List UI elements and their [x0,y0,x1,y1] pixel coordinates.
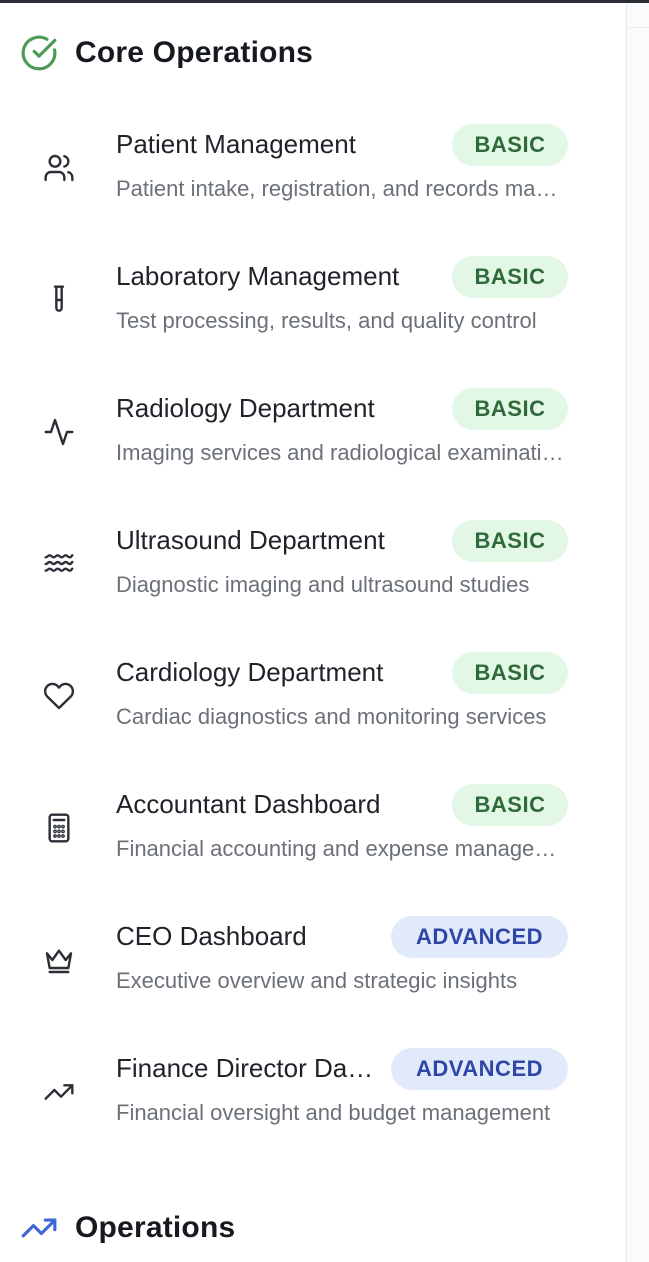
check-circle-icon [20,34,58,72]
crown-icon [41,942,77,978]
item-description: Financial oversight and budget managemen… [116,1100,551,1125]
users-icon [41,150,77,186]
trending-up-icon [41,1074,77,1110]
menu-item-cardiology-department[interactable]: Cardiology Department BASIC Cardiac diag… [0,652,626,764]
item-description: Executive overview and strategic insight… [116,968,518,993]
advanced-badge: ADVANCED [391,1048,568,1090]
item-title: Cardiology Department [116,657,384,687]
item-description: Financial accounting and expense managem… [116,836,568,861]
advanced-badge: ADVANCED [391,916,568,958]
basic-badge: BASIC [452,124,568,166]
menu-item-radiology-department[interactable]: Radiology Department BASIC Imaging servi… [0,388,626,500]
item-title: Finance Director Dashboard [116,1053,386,1083]
section-title: Core Operations [75,36,314,69]
sidebar: Core Operations Patient Management BASIC… [0,3,626,1262]
item-description: Diagnostic imaging and ultrasound studie… [116,572,530,597]
menu-item-ultrasound-department[interactable]: Ultrasound Department BASIC Diagnostic i… [0,520,626,632]
menu-item-patient-management[interactable]: Patient Management BASIC Patient intake,… [0,124,626,236]
menu-item-ceo-dashboard[interactable]: CEO Dashboard ADVANCED Executive overvie… [0,916,626,1028]
section-header-operations[interactable]: Operations [20,1208,235,1248]
item-description: Cardiac diagnostics and monitoring servi… [116,704,547,729]
heart-icon [41,678,77,714]
basic-badge: BASIC [452,520,568,562]
basic-badge: BASIC [452,652,568,694]
item-title: CEO Dashboard [116,921,307,951]
item-description: Imaging services and radiological examin… [116,440,568,465]
basic-badge: BASIC [452,784,568,826]
trending-up-icon [20,1209,58,1247]
item-description: Test processing, results, and quality co… [116,308,537,333]
basic-badge: BASIC [452,388,568,430]
main-content-header-divider [627,27,649,28]
item-title: Accountant Dashboard [116,789,381,819]
item-title: Laboratory Management [116,261,400,291]
item-description: Patient intake, registration, and record… [116,176,568,201]
item-title: Radiology Department [116,393,375,423]
activity-icon [41,414,77,450]
section-header-core-operations[interactable]: Core Operations [20,33,313,73]
item-title: Patient Management [116,129,356,159]
section-title: Operations [75,1211,236,1244]
menu-item-laboratory-management[interactable]: Laboratory Management BASIC Test process… [0,256,626,368]
test-tube-icon [41,282,77,318]
menu-item-finance-director-dashboard[interactable]: Finance Director Dashboard ADVANCED Fina… [0,1048,626,1160]
menu-item-accountant-dashboard[interactable]: Accountant Dashboard BASIC Financial acc… [0,784,626,896]
main-content-pane [627,3,649,1262]
calculator-icon [41,810,77,846]
item-title: Ultrasound Department [116,525,385,555]
waves-icon [41,546,77,582]
basic-badge: BASIC [452,256,568,298]
